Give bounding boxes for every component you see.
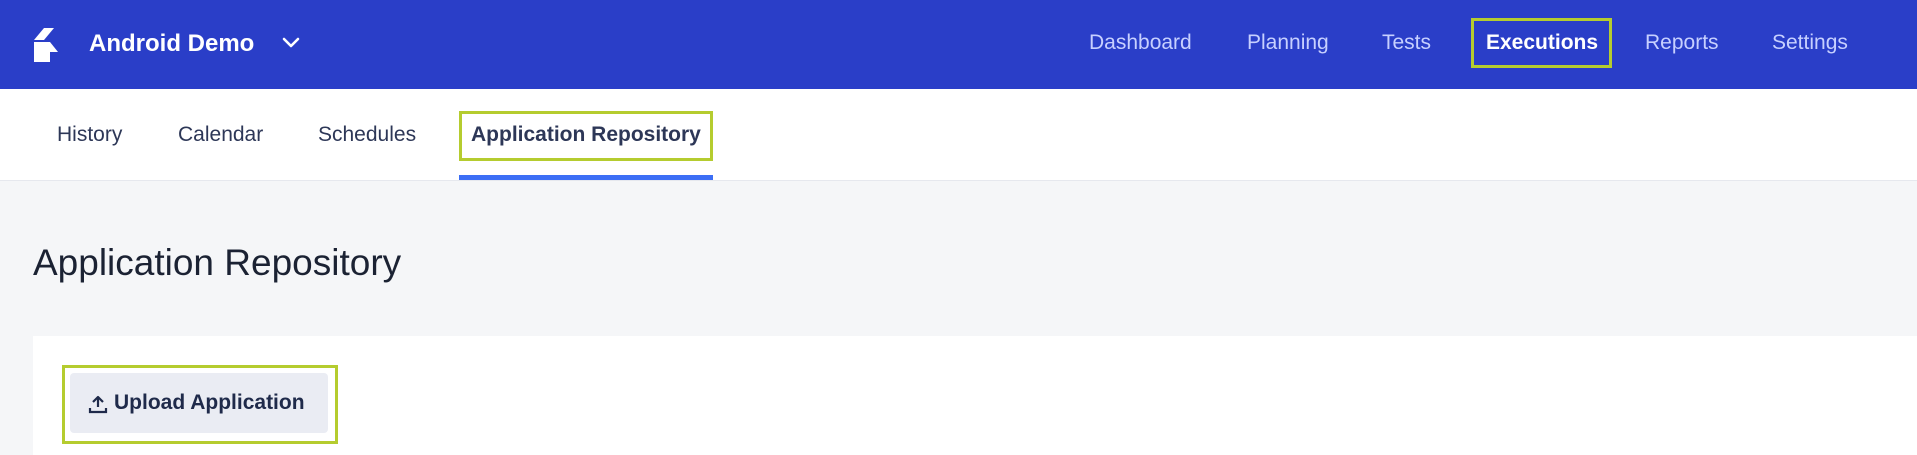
nav-tests[interactable]: Tests — [1368, 18, 1445, 68]
executions-subnav: History Calendar Schedules Application R… — [0, 89, 1917, 181]
top-navigation-bar: Android Demo Dashboard Planning Tests Ex… — [0, 0, 1917, 89]
project-name[interactable]: Android Demo — [89, 29, 254, 59]
nav-executions[interactable]: Executions — [1471, 18, 1612, 68]
nav-planning[interactable]: Planning — [1233, 18, 1343, 68]
upload-icon — [88, 395, 108, 414]
tab-schedules[interactable]: Schedules — [318, 89, 416, 181]
nav-dashboard[interactable]: Dashboard — [1075, 18, 1206, 68]
page-title: Application Repository — [33, 242, 402, 283]
app-logo[interactable] — [30, 26, 62, 64]
active-tab-highlight — [459, 111, 713, 161]
upload-application-label: Upload Application — [114, 391, 305, 414]
tab-calendar[interactable]: Calendar — [178, 89, 263, 181]
upload-application-button[interactable]: Upload Application — [70, 373, 328, 433]
chevron-down-icon[interactable] — [280, 32, 302, 54]
tab-history[interactable]: History — [57, 89, 122, 181]
active-tab-underline — [459, 175, 713, 180]
nav-settings[interactable]: Settings — [1758, 18, 1862, 68]
nav-reports[interactable]: Reports — [1631, 18, 1733, 68]
